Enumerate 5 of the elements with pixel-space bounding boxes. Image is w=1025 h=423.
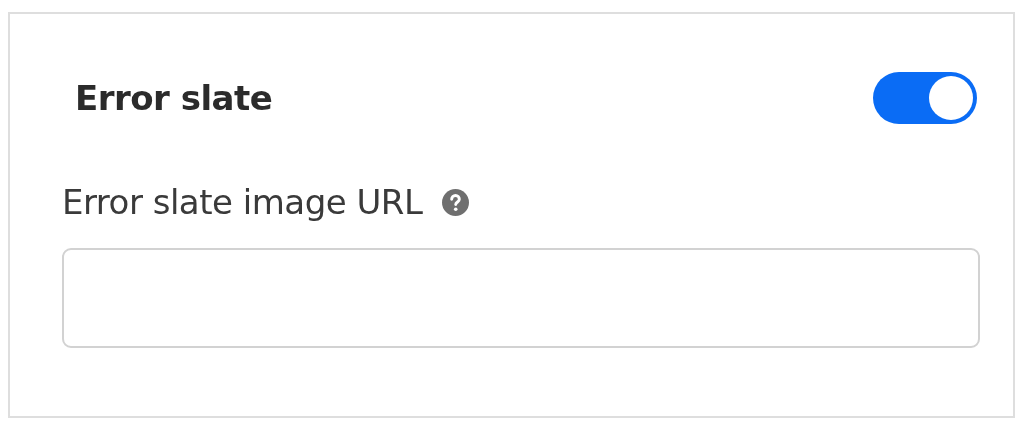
toggle-switch[interactable] [873, 72, 977, 124]
help-icon[interactable] [442, 188, 470, 216]
url-input-field[interactable] [62, 248, 980, 348]
section-title: Error slate [75, 78, 273, 118]
field-label: Error slate image URL [62, 182, 423, 222]
